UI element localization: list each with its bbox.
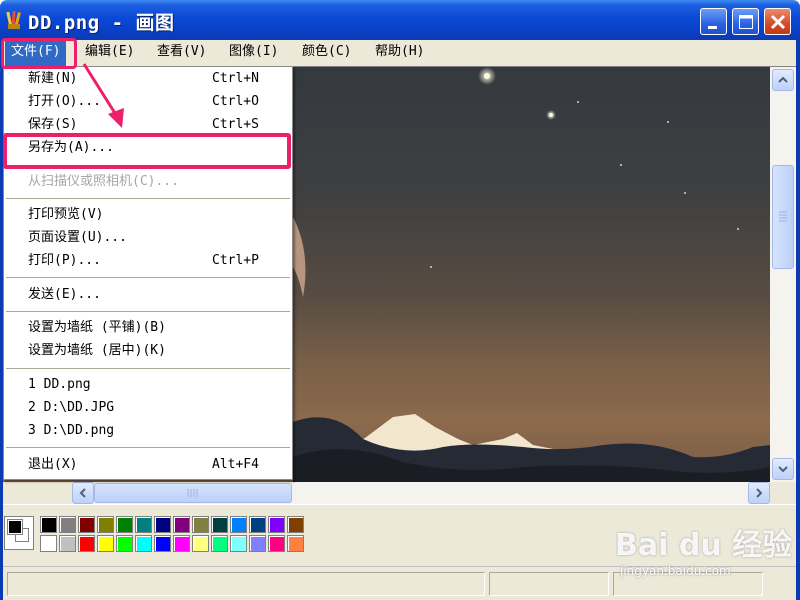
baidu-watermark: Bai du 经验 jingyan.baidu.com xyxy=(615,520,792,580)
minimize-button[interactable] xyxy=(700,8,727,35)
status-pane-position xyxy=(489,572,609,596)
menu-item-print[interactable]: 打印(P)... Ctrl+P xyxy=(4,250,292,272)
scroll-up-button[interactable] xyxy=(772,69,794,91)
foreground-color-swatch[interactable] xyxy=(7,519,23,535)
color-swatch[interactable] xyxy=(78,516,95,533)
file-menu-highlight-box xyxy=(1,38,77,69)
close-button[interactable] xyxy=(764,8,791,35)
menu-item-print-preview[interactable]: 打印预览(V) xyxy=(4,204,292,226)
grip-icon xyxy=(187,489,198,497)
color-swatch[interactable] xyxy=(59,516,76,533)
window-title: DD.png - 画图 xyxy=(28,12,175,34)
color-swatch[interactable] xyxy=(211,516,228,533)
chevron-left-icon xyxy=(79,488,86,498)
color-swatch[interactable] xyxy=(116,516,133,533)
menu-item-recent-1[interactable]: 1 DD.png xyxy=(4,374,292,396)
horizontal-scroll-thumb[interactable] xyxy=(94,483,292,503)
color-swatch[interactable] xyxy=(154,516,171,533)
close-icon xyxy=(770,14,786,30)
color-swatch[interactable] xyxy=(268,535,285,552)
color-swatch[interactable] xyxy=(287,516,304,533)
color-swatch[interactable] xyxy=(78,535,95,552)
menu-item-recent-2[interactable]: 2 D:\DD.JPG xyxy=(4,397,292,419)
color-swatch[interactable] xyxy=(40,516,57,533)
menu-item-send[interactable]: 发送(E)... xyxy=(4,284,292,306)
chevron-right-icon xyxy=(756,488,763,498)
menu-item-new[interactable]: 新建(N) Ctrl+N xyxy=(4,68,292,90)
menu-bar: 文件(F) 编辑(E) 查看(V) 图像(I) 颜色(C) 帮助(H) xyxy=(3,40,796,66)
menu-separator xyxy=(6,368,290,369)
maximize-icon xyxy=(739,15,753,29)
menu-item-from-scanner: 从扫描仪或照相机(C)... xyxy=(28,174,179,189)
color-swatch[interactable] xyxy=(116,535,133,552)
color-swatch[interactable] xyxy=(287,535,304,552)
color-swatch[interactable] xyxy=(135,535,152,552)
maximize-button[interactable] xyxy=(732,8,759,35)
color-swatch[interactable] xyxy=(97,516,114,533)
save-as-highlight-box xyxy=(3,133,291,169)
color-swatch[interactable] xyxy=(268,516,285,533)
window-frame-right xyxy=(796,40,800,600)
watermark-brand: Bai du 经验 xyxy=(615,528,793,563)
menu-colors[interactable]: 颜色(C) xyxy=(296,40,357,66)
menu-separator xyxy=(6,198,290,199)
grip-icon xyxy=(779,211,787,222)
color-swatch[interactable] xyxy=(154,535,171,552)
menu-view[interactable]: 查看(V) xyxy=(151,40,212,66)
horizontal-scrollbar[interactable] xyxy=(72,482,770,504)
color-swatch[interactable] xyxy=(230,535,247,552)
menu-item-page-setup[interactable]: 页面设置(U)... xyxy=(4,227,292,249)
color-swatch[interactable] xyxy=(192,516,209,533)
menu-item-recent-3[interactable]: 3 D:\DD.png xyxy=(4,420,292,442)
vertical-scrollbar[interactable] xyxy=(770,67,796,482)
menu-separator xyxy=(6,447,290,448)
color-swatch[interactable] xyxy=(249,516,266,533)
menu-separator xyxy=(6,311,290,312)
scroll-left-button[interactable] xyxy=(72,482,94,504)
scroll-right-button[interactable] xyxy=(748,482,770,504)
vertical-scroll-thumb[interactable] xyxy=(772,165,794,269)
color-swatch[interactable] xyxy=(40,535,57,552)
menu-item-open[interactable]: 打开(O)... Ctrl+O xyxy=(4,91,292,113)
color-swatch[interactable] xyxy=(173,535,190,552)
menu-image[interactable]: 图像(I) xyxy=(223,40,284,66)
file-menu-dropdown: 新建(N) Ctrl+N 打开(O)... Ctrl+O 保存(S) Ctrl+S 另… xyxy=(3,66,293,480)
color-swatch[interactable] xyxy=(97,535,114,552)
color-swatch[interactable] xyxy=(173,516,190,533)
menu-item-exit[interactable]: 退出(X) Alt+F4 xyxy=(4,454,292,476)
color-swatch[interactable] xyxy=(249,535,266,552)
minimize-icon xyxy=(708,26,717,29)
chevron-up-icon xyxy=(778,76,788,83)
color-swatch[interactable] xyxy=(211,535,228,552)
scroll-down-button[interactable] xyxy=(772,458,794,480)
status-pane-help xyxy=(7,572,485,596)
color-swatch[interactable] xyxy=(192,535,209,552)
watermark-url: jingyan.baidu.com xyxy=(620,564,731,578)
current-colors[interactable] xyxy=(4,516,34,550)
menu-help[interactable]: 帮助(H) xyxy=(369,40,430,66)
menu-edit[interactable]: 编辑(E) xyxy=(79,40,140,66)
color-swatch[interactable] xyxy=(230,516,247,533)
color-swatch[interactable] xyxy=(59,535,76,552)
menu-item-wallpaper-center[interactable]: 设置为墙纸 (居中)(K) xyxy=(4,340,292,362)
menu-separator xyxy=(6,277,290,278)
color-swatch[interactable] xyxy=(135,516,152,533)
paint-app-icon xyxy=(6,10,21,29)
chevron-down-icon xyxy=(778,466,788,473)
menu-item-wallpaper-tile[interactable]: 设置为墙纸 (平铺)(B) xyxy=(4,317,292,339)
title-bar[interactable]: DD.png - 画图 xyxy=(0,0,800,40)
